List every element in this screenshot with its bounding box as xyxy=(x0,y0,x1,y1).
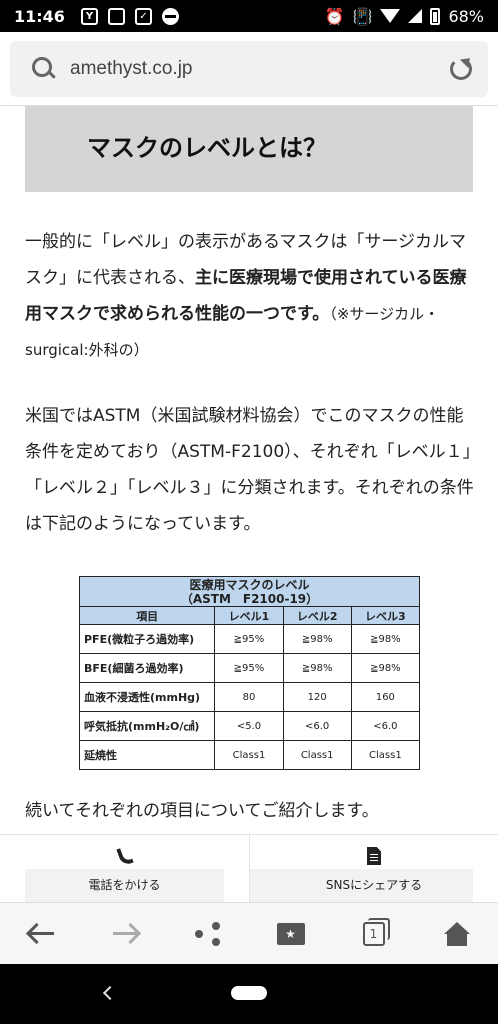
table-row: PFE(微粒子ろ過効率) ≧95% ≧98% ≧98% xyxy=(78,624,421,654)
table-header-item: 項目 xyxy=(78,606,216,625)
table-cell-label: 延焼性 xyxy=(78,740,216,770)
section-heading-box: マスクのレベルとは？ xyxy=(25,106,473,192)
table-cell-label: PFE(微粒子ろ過効率) xyxy=(78,624,216,654)
url-bar[interactable]: amethyst.co.jp xyxy=(10,41,488,97)
sns-label: SNSにシェアする xyxy=(325,878,423,892)
call-icon-wrap xyxy=(0,847,249,863)
system-back-icon[interactable] xyxy=(102,985,118,1001)
share-icon xyxy=(194,921,221,946)
table-title-line2: （ASTM F2100-19） xyxy=(180,591,319,606)
forward-button[interactable] xyxy=(105,914,145,954)
table-cell-label: 呼気抵抗(mmH₂O/㎠) xyxy=(78,711,216,741)
status-time: 11:46 xyxy=(14,6,65,26)
bookmarks-button[interactable]: ★ xyxy=(271,914,311,954)
table-title-line1: 医療用マスクのレベル xyxy=(189,577,310,592)
table-cell: <6.0 xyxy=(282,711,352,741)
astm-paragraph: 米国ではASTM（米国試験材料協会）でこのマスクの性能条件を定めており（ASTM… xyxy=(25,406,474,534)
notification-icon-y: Y xyxy=(80,7,98,25)
home-icon xyxy=(443,921,470,946)
sns-icon-wrap xyxy=(250,847,498,865)
wifi-icon xyxy=(380,9,401,23)
document-icon xyxy=(367,847,381,865)
table-cell: <5.0 xyxy=(214,711,284,741)
back-button[interactable] xyxy=(22,914,62,954)
table-cell: <6.0 xyxy=(350,711,421,741)
table-cell-label: BFE(細菌ろ過効率) xyxy=(78,653,216,683)
signal-icon xyxy=(408,9,423,23)
contact-share-bar: 電話をかける SNSにシェアする xyxy=(0,834,498,903)
system-home-pill[interactable] xyxy=(231,986,267,1000)
table-row: BFE(細菌ろ過効率) ≧95% ≧98% ≧98% xyxy=(78,653,421,683)
battery-icon xyxy=(430,7,441,25)
call-label: 電話をかける xyxy=(88,878,161,892)
back-arrow-icon xyxy=(29,932,54,935)
reload-icon[interactable] xyxy=(450,58,472,80)
table-header-level1: レベル1 xyxy=(214,606,284,625)
search-icon xyxy=(26,49,66,89)
forward-arrow-icon xyxy=(112,932,137,935)
table-header-level2: レベル2 xyxy=(282,606,352,625)
phone-icon xyxy=(118,847,132,863)
table-cell: ≧95% xyxy=(214,624,284,654)
sns-share-button[interactable]: SNSにシェアする xyxy=(249,835,498,903)
share-button[interactable] xyxy=(188,914,228,954)
table-cell: 160 xyxy=(350,682,421,712)
notification-icon-circle xyxy=(161,7,179,25)
status-right: ⏰ 📳 68% xyxy=(325,7,484,26)
table-cell: ≧98% xyxy=(282,624,352,654)
call-button[interactable]: 電話をかける xyxy=(0,835,249,903)
notification-icon-check: ✓ xyxy=(134,7,152,25)
status-bar: 11:46 Y ✓ ⏰ 📳 68% xyxy=(0,0,498,32)
table-cell: ≧98% xyxy=(282,653,352,683)
table-cell: ≧98% xyxy=(350,653,421,683)
system-nav-bar xyxy=(0,964,498,1024)
table-row: 呼気抵抗(mmH₂O/㎠) <5.0 <6.0 <6.0 xyxy=(78,711,421,741)
table-cell: Class1 xyxy=(214,740,284,770)
section-heading: マスクのレベルとは？ xyxy=(87,134,327,162)
table-title: 医療用マスクのレベル （ASTM F2100-19） xyxy=(79,576,420,607)
table-cell-label: 血液不浸透性(mmHg) xyxy=(78,682,216,712)
tabs-button[interactable]: 1 xyxy=(354,914,394,954)
mask-level-table: 医療用マスクのレベル （ASTM F2100-19） 項目 レベル1 レベル2 … xyxy=(78,576,421,770)
bookmarks-icon: ★ xyxy=(276,922,305,945)
intro-paragraph: 一般的に「レベル」の表示があるマスクは「サージカルマスク」に代表される、主に医療… xyxy=(25,224,475,368)
table-cell: ≧98% xyxy=(350,624,421,654)
table-cell: 80 xyxy=(214,682,284,712)
browser-toolbar: amethyst.co.jp xyxy=(0,32,498,106)
table-header-row: 項目 レベル1 レベル2 レベル3 xyxy=(78,606,421,625)
table-row: 延焼性 Class1 Class1 Class1 xyxy=(78,740,421,770)
home-button[interactable] xyxy=(437,914,477,954)
url-text[interactable]: amethyst.co.jp xyxy=(70,58,193,80)
vibrate-icon: 📳 xyxy=(352,6,373,26)
browser-bottom-nav: ★ 1 xyxy=(0,902,498,964)
table-row: 血液不浸透性(mmHg) 80 120 160 xyxy=(78,682,421,712)
table-header-level3: レベル3 xyxy=(350,606,421,625)
tabs-icon: 1 xyxy=(362,917,390,946)
battery-percent: 68% xyxy=(448,6,484,26)
alarm-icon: ⏰ xyxy=(324,6,345,26)
table-cell: Class1 xyxy=(350,740,421,770)
notification-icon-photo xyxy=(107,7,125,25)
table-cell: 120 xyxy=(282,682,352,712)
table-title-row: 医療用マスクのレベル （ASTM F2100-19） xyxy=(79,576,420,607)
page-content: マスクのレベルとは？ 一般的に「レベル」の表示があるマスクは「サージカルマスク」… xyxy=(0,106,498,834)
table-cell: Class1 xyxy=(282,740,352,770)
table-cell: ≧95% xyxy=(214,653,284,683)
followup-paragraph: 続いてそれぞれの項目についてご紹介します。 xyxy=(25,801,379,821)
